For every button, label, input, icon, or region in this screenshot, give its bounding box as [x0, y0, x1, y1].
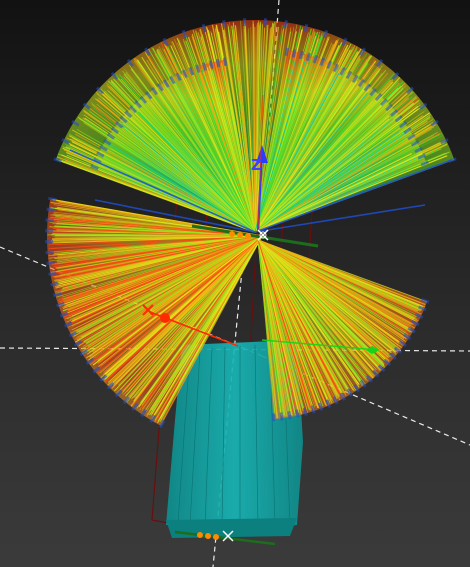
- ray-fan-rim: [46, 207, 55, 212]
- ray-fan-rim: [298, 50, 304, 60]
- ray-fan-lower-right: [257, 239, 430, 422]
- ray-fan-rim: [48, 196, 57, 202]
- ray-fan-rim: [302, 407, 308, 416]
- ray-fan-rim: [291, 48, 297, 58]
- 3d-viewport[interactable]: Z X: [0, 0, 470, 567]
- z-axis-label: Z: [251, 156, 262, 174]
- ray-fan-rim: [45, 218, 54, 222]
- ray-fan-rim: [271, 413, 276, 422]
- ray-fan-rim: [303, 24, 309, 33]
- ray-fan-rim: [279, 412, 284, 421]
- scene-canvas[interactable]: Z X: [0, 0, 470, 567]
- x-axis-label: X: [0, 0, 1, 1]
- ray-fan-rim: [50, 281, 59, 287]
- ray-fan-rim: [284, 47, 289, 56]
- ray-fan-top: [53, 18, 457, 233]
- ray-fan-rim: [46, 261, 55, 265]
- ray-fan-rim: [215, 58, 221, 68]
- ray-fan-rim: [222, 20, 227, 29]
- ray-fan-rim: [208, 60, 214, 69]
- ray-fan-rim: [45, 250, 54, 255]
- ray-fan-rim: [283, 20, 288, 29]
- ray-fan-rim: [201, 24, 207, 33]
- ray-fan-rim: [287, 411, 292, 420]
- ray-fan-rim: [222, 57, 228, 66]
- ray-fan-rim: [295, 409, 300, 418]
- ray-fan-rim: [48, 271, 57, 276]
- ray-fan-rim: [52, 291, 62, 297]
